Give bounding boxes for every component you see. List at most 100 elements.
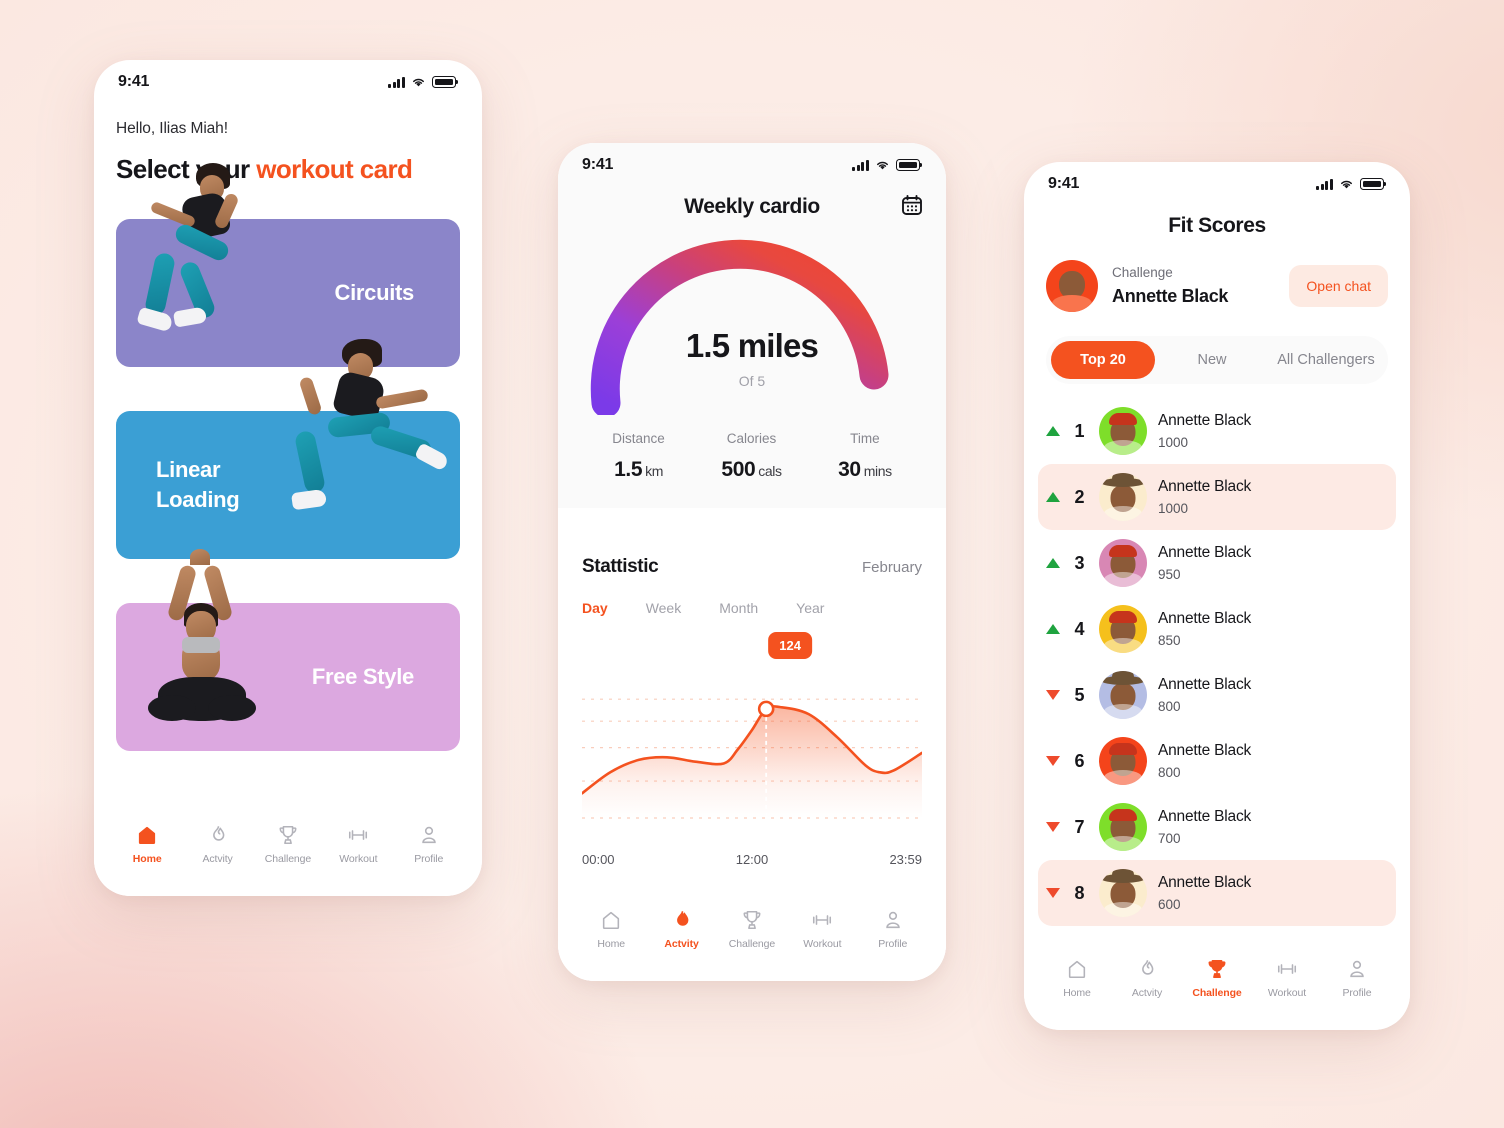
nav-item-label: Profile (1342, 987, 1372, 999)
wifi-icon (877, 161, 888, 170)
avatar[interactable] (1099, 737, 1147, 785)
signal-icon (388, 76, 405, 88)
avatar-body (1052, 295, 1092, 312)
activity-header: Weekly cardio (558, 187, 946, 219)
range-tab-week[interactable]: Week (646, 600, 682, 616)
status-bar: 9:41 (94, 60, 482, 104)
nav-item-workout[interactable]: Workout (1256, 958, 1318, 999)
range-tab-month[interactable]: Month (719, 600, 758, 616)
signal-icon (852, 159, 869, 171)
range-tab-year[interactable]: Year (796, 600, 824, 616)
nav-item-challenge[interactable]: Challenge (721, 909, 783, 950)
nav-item-actvity[interactable]: Actvity (651, 909, 713, 950)
leaderboard-row[interactable]: 5 Annette Black 800 (1038, 662, 1396, 728)
nav-item-profile[interactable]: Profile (862, 909, 924, 950)
stat-number: 1.5 (614, 458, 643, 481)
leaderboard-info: Annette Black 800 (1158, 676, 1388, 714)
nav-item-home[interactable]: Home (580, 909, 642, 950)
avatar-hat-crown (1112, 473, 1134, 485)
rank-number: 6 (1074, 750, 1085, 771)
gauge-value: 1.5 miles (685, 327, 819, 364)
filter-tab-all-challengers[interactable]: All Challengers (1269, 341, 1383, 379)
x-tick-label: 00:00 (582, 852, 615, 867)
leaderboard-row[interactable]: 1 Annette Black 1000 (1038, 398, 1396, 464)
avatar-body (1104, 506, 1142, 521)
nav-item-workout[interactable]: Workout (327, 824, 389, 865)
page-title: Select your workout card (116, 154, 460, 185)
status-bar: 9:41 (558, 143, 946, 187)
nav-item-profile[interactable]: Profile (1326, 958, 1388, 999)
challenge-name: Annette Black (1112, 286, 1229, 306)
nav-item-label: Actvity (202, 853, 233, 865)
avatar-body (1104, 770, 1142, 785)
nav-item-actvity[interactable]: Actvity (187, 824, 249, 865)
player-name: Annette Black (1158, 742, 1252, 759)
rank-number: 8 (1074, 882, 1085, 903)
leaderboard-list: 1 Annette Black 1000 2 Annette Black 100… (1024, 398, 1410, 926)
flame-icon (1136, 958, 1158, 980)
leaderboard-info: Annette Black 1000 (1158, 412, 1388, 450)
home-icon (1066, 958, 1088, 980)
leaderboard-row[interactable]: 2 Annette Black 1000 (1038, 464, 1396, 530)
trend-down-icon (1046, 822, 1060, 832)
nav-item-challenge[interactable]: Challenge (1186, 958, 1248, 999)
avatar[interactable] (1099, 473, 1147, 521)
leaderboard-row[interactable]: 7 Annette Black 700 (1038, 794, 1396, 860)
trend-down-icon (1046, 690, 1060, 700)
nav-item-challenge[interactable]: Challenge (257, 824, 319, 865)
filter-tabs: Top 20 New All Challengers (1046, 336, 1388, 384)
flame-icon (207, 824, 229, 846)
range-tab-day[interactable]: Day (582, 600, 608, 616)
phone-screen-challenge: 9:41 Fit Scores Challenge Annette Black … (1024, 162, 1410, 1030)
avatar-hair (1109, 545, 1137, 557)
workout-card-label: Circuits (334, 280, 414, 306)
nav-item-label: Actvity (664, 938, 699, 950)
gauge-readout: 1.5 miles Of 5 (558, 327, 946, 389)
statistic-month[interactable]: February (862, 559, 922, 576)
calendar-icon[interactable] (900, 193, 924, 222)
player-name: Annette Black (1158, 478, 1252, 495)
avatar[interactable] (1099, 869, 1147, 917)
avatar[interactable] (1099, 803, 1147, 851)
nav-item-home[interactable]: Home (116, 824, 178, 865)
bottom-navigation: Home Actvity Challenge Workout Profile (558, 895, 946, 981)
leaderboard-row[interactable]: 4 Annette Black 850 (1038, 596, 1396, 662)
nav-item-label: Home (1063, 987, 1091, 999)
rank-number: 4 (1074, 618, 1085, 639)
avatar[interactable] (1099, 539, 1147, 587)
avatar[interactable] (1099, 605, 1147, 653)
workout-card-linear-loading[interactable]: Linear Loading (116, 339, 460, 559)
nav-item-profile[interactable]: Profile (398, 824, 460, 865)
player-name: Annette Black (1158, 874, 1252, 891)
avatar[interactable] (1099, 671, 1147, 719)
avatar[interactable] (1099, 407, 1147, 455)
player-name: Annette Black (1158, 544, 1252, 561)
status-time: 9:41 (118, 73, 150, 90)
nav-item-home[interactable]: Home (1046, 958, 1108, 999)
person-icon (1346, 958, 1368, 980)
leaderboard-row[interactable]: 3 Annette Black 950 (1038, 530, 1396, 596)
leaderboard-info: Annette Black 850 (1158, 610, 1388, 648)
stat-label: Calories (726, 431, 777, 446)
workout-card-circuits[interactable]: Circuits (116, 163, 460, 367)
leaderboard-row[interactable]: 8 Annette Black 600 (1038, 860, 1396, 926)
stat-number: 500 (721, 458, 756, 481)
filter-tab-new[interactable]: New (1155, 341, 1269, 379)
open-chat-button[interactable]: Open chat (1289, 265, 1388, 307)
filter-tab-top-20[interactable]: Top 20 (1051, 341, 1155, 379)
leaderboard-row[interactable]: 6 Annette Black 800 (1038, 728, 1396, 794)
player-score: 600 (1158, 897, 1181, 912)
wifi-icon (413, 78, 424, 87)
nav-item-actvity[interactable]: Actvity (1116, 958, 1178, 999)
nav-item-workout[interactable]: Workout (791, 909, 853, 950)
avatar[interactable] (1046, 260, 1098, 312)
avatar-body (1104, 440, 1142, 455)
status-icons (1316, 178, 1387, 190)
stat-unit: km (645, 463, 663, 479)
nav-item-label: Workout (339, 853, 378, 865)
avatar-hair (1109, 413, 1137, 425)
status-bar: 9:41 (1024, 162, 1410, 206)
workout-card-free-style[interactable]: Free Style (116, 549, 460, 751)
x-tick-label: 23:59 (889, 852, 922, 867)
battery-icon (896, 159, 923, 171)
